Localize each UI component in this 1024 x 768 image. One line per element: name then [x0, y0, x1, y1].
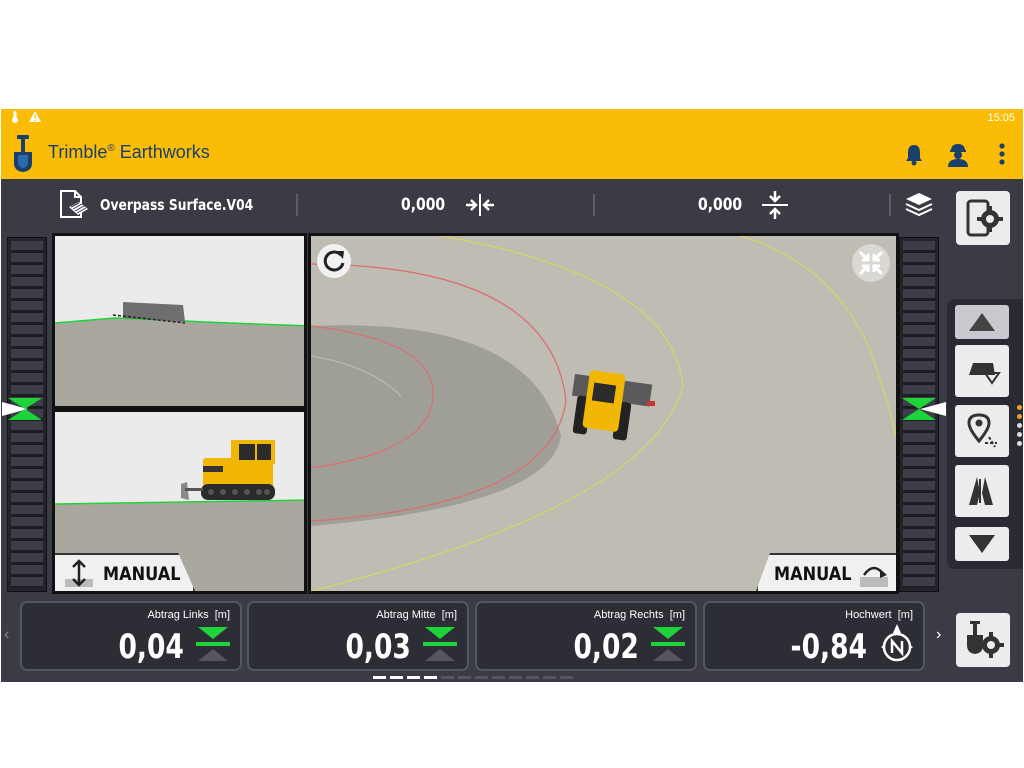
app-screen: 15:05 Trimble® Earthworks Overpass Surfa…	[1, 109, 1023, 682]
left-grade-indicator	[2, 237, 47, 592]
cross-slope-icon	[466, 194, 494, 216]
north-compass-icon	[881, 624, 913, 662]
shovel-gear-icon	[967, 621, 1004, 658]
rotate-icon	[323, 250, 345, 272]
surface-name[interactable]: Overpass Surface.V04	[100, 196, 253, 214]
cut-left-card[interactable]: Abtrag Links [m] 0,04	[20, 601, 242, 671]
divider	[593, 194, 595, 216]
card-label: Hochwert	[845, 609, 892, 621]
pager-dot	[509, 676, 522, 679]
status-bar: 15:05	[1, 109, 1023, 127]
right-nav-panel	[947, 299, 1023, 569]
collapse-icon	[858, 250, 884, 276]
plan-manual-mode-button[interactable]: MANUAL	[756, 553, 896, 591]
side-profile-view[interactable]	[52, 233, 307, 409]
pager-dot	[526, 676, 539, 679]
device-settings-button[interactable]	[956, 191, 1010, 245]
on-grade-icon	[423, 627, 457, 661]
vertical-arrows-icon	[65, 559, 93, 587]
card-label: Abtrag Mitte	[376, 609, 436, 621]
divider	[889, 194, 891, 216]
cut-right-card[interactable]: Abtrag Rechts [m] 0,02	[475, 601, 697, 671]
operator-icon[interactable]	[945, 141, 971, 167]
scroll-up-button[interactable]	[955, 305, 1009, 339]
pager-dot	[492, 676, 505, 679]
on-grade-icon	[651, 627, 685, 661]
pager-dot	[458, 676, 471, 679]
card-unit: [m]	[897, 609, 913, 621]
panel-page-indicator	[1017, 405, 1023, 450]
chevron-left-icon[interactable]: ‹	[4, 626, 9, 644]
card-value: -0,84	[790, 627, 867, 667]
cross-slope-value: 0,000	[401, 195, 446, 215]
pager-dot	[407, 676, 420, 679]
on-grade-marker	[902, 398, 946, 420]
layers-icon[interactable]	[904, 191, 934, 217]
card-unit: [m]	[441, 609, 457, 621]
status-clock: 15:05	[987, 112, 1015, 124]
design-info-bar: Overpass Surface.V04 0,000 0,000	[1, 179, 946, 229]
side-manual-label: MANUAL	[103, 563, 181, 585]
card-unit: [m]	[214, 609, 230, 621]
side-profile-canvas	[55, 236, 304, 406]
warning-icon	[29, 111, 41, 126]
swipe-page-indicator	[373, 676, 573, 679]
rear-profile-view[interactable]: MANUAL	[52, 409, 307, 594]
machine-settings-button[interactable]	[956, 613, 1010, 667]
pager-dot	[390, 676, 403, 679]
pager-dot	[560, 676, 573, 679]
shovel-logo-icon	[14, 135, 32, 172]
more-vert-icon[interactable]	[989, 141, 1015, 167]
bottom-info-bar: ‹ Abtrag Links [m] 0,04 Abtrag Mitte [m]…	[1, 596, 1023, 682]
plan-view-canvas	[311, 236, 896, 591]
card-value: 0,04	[118, 627, 184, 667]
blade-view-button[interactable]	[955, 345, 1009, 397]
location-button[interactable]	[955, 405, 1009, 457]
card-unit: [m]	[669, 609, 685, 621]
card-value: 0,03	[345, 627, 411, 667]
card-value: 0,02	[573, 627, 639, 667]
app-bar: Trimble® Earthworks	[1, 127, 1023, 179]
on-grade-marker	[2, 398, 42, 420]
vertical-offset-value: 0,000	[698, 195, 743, 215]
thermometer-icon	[11, 111, 19, 126]
scroll-down-button[interactable]	[955, 527, 1009, 561]
on-grade-icon	[196, 627, 230, 661]
pager-dot	[543, 676, 556, 679]
pager-dot	[373, 676, 386, 679]
card-label: Abtrag Rechts	[593, 609, 664, 621]
pager-dot	[475, 676, 488, 679]
northing-card[interactable]: Hochwert [m] -0,84	[703, 601, 925, 671]
pager-dot	[424, 676, 437, 679]
chevron-right-icon[interactable]: ›	[936, 626, 941, 644]
right-grade-indicator	[899, 237, 946, 592]
rotate-view-button[interactable]	[317, 244, 351, 278]
design-file-icon[interactable]	[57, 189, 89, 221]
vertical-offset-icon	[762, 191, 788, 219]
pager-dot	[441, 676, 454, 679]
plan-view[interactable]: MANUAL	[308, 233, 899, 594]
app-title: Trimble® Earthworks	[48, 142, 210, 162]
side-manual-mode-button[interactable]: MANUAL	[55, 553, 195, 591]
bell-icon[interactable]	[901, 141, 927, 167]
rotate-blade-icon	[860, 566, 888, 587]
plan-manual-label: MANUAL	[774, 563, 852, 585]
cut-center-card[interactable]: Abtrag Mitte [m] 0,03	[247, 601, 469, 671]
collapse-view-button[interactable]	[852, 244, 890, 282]
divider	[296, 194, 298, 216]
card-label: Abtrag Links	[147, 609, 209, 621]
road-view-button[interactable]	[955, 465, 1009, 517]
